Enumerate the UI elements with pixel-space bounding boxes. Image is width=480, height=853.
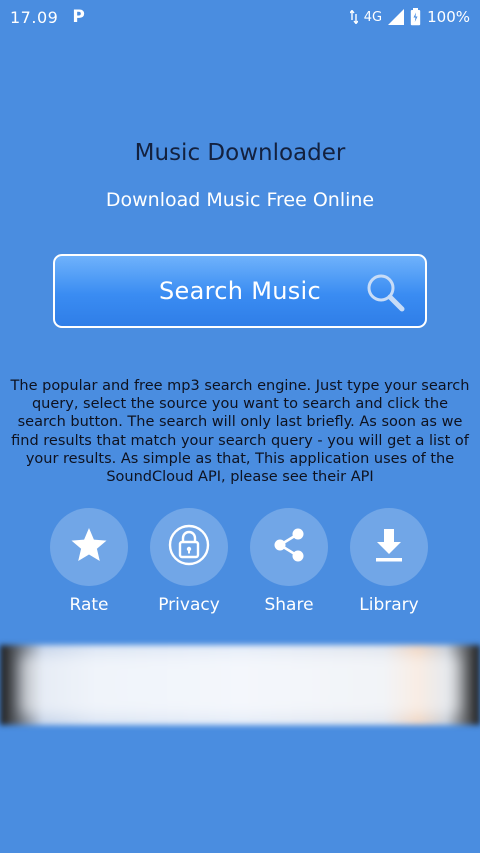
battery-level: 100% bbox=[427, 8, 470, 26]
app-title: Music Downloader bbox=[134, 140, 346, 166]
status-right: 4G 100% bbox=[349, 8, 470, 26]
lock-icon bbox=[167, 523, 211, 571]
search-button-label: Search Music bbox=[159, 277, 321, 305]
library-button[interactable]: Library bbox=[339, 508, 439, 618]
rate-button[interactable]: Rate bbox=[39, 508, 139, 618]
status-bar: 17.09 P 4G 100% bbox=[0, 0, 480, 34]
share-label: Share bbox=[264, 595, 314, 615]
status-time: 17.09 bbox=[10, 7, 59, 27]
share-icon bbox=[269, 525, 309, 569]
download-icon bbox=[369, 525, 409, 569]
rate-label: Rate bbox=[69, 595, 109, 615]
library-circle bbox=[350, 508, 428, 586]
rate-circle bbox=[50, 508, 128, 586]
ad-banner[interactable] bbox=[0, 645, 480, 725]
privacy-button[interactable]: Privacy bbox=[139, 508, 239, 618]
ad-content bbox=[20, 655, 460, 715]
battery-icon bbox=[410, 8, 421, 26]
action-row: Rate Privacy Share Library bbox=[0, 508, 480, 618]
search-music-button[interactable]: Search Music bbox=[53, 254, 427, 328]
privacy-label: Privacy bbox=[158, 595, 220, 615]
star-icon bbox=[69, 525, 109, 569]
status-left: 17.09 P bbox=[10, 7, 85, 27]
app-description: The popular and free mp3 search engine. … bbox=[10, 378, 470, 486]
search-icon bbox=[365, 272, 407, 318]
network-type: 4G bbox=[363, 9, 383, 25]
signal-icon bbox=[388, 9, 405, 25]
share-circle bbox=[250, 508, 328, 586]
privacy-circle bbox=[150, 508, 228, 586]
share-button[interactable]: Share bbox=[239, 508, 339, 618]
library-label: Library bbox=[359, 595, 419, 615]
app-subtitle: Download Music Free Online bbox=[105, 189, 375, 211]
notification-icon: P bbox=[72, 7, 85, 27]
data-transfer-icon bbox=[349, 10, 358, 24]
